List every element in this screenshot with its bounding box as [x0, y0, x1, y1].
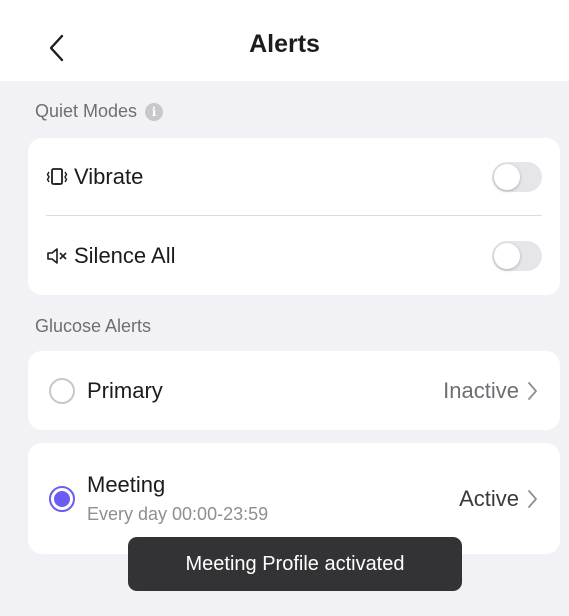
quiet-modes-label: Quiet Modes — [35, 101, 138, 121]
meeting-status[interactable]: Active — [459, 486, 538, 512]
toast-message: Meeting Profile activated — [185, 552, 405, 575]
page-title: Alerts — [249, 30, 320, 58]
primary-name: Primary — [87, 377, 163, 403]
glucose-alerts-label: Glucose Alerts — [35, 316, 152, 336]
meeting-radio[interactable] — [49, 485, 75, 512]
vibrate-icon — [46, 166, 68, 188]
vibrate-label: Vibrate — [74, 163, 144, 189]
meeting-schedule: Every day 00:00-23:59 — [87, 504, 269, 524]
toggle-knob — [494, 164, 520, 190]
toast-notification: Meeting Profile activated — [128, 537, 462, 591]
quiet-modes-card: Vibrate Silence All — [28, 138, 560, 295]
profile-card-primary[interactable]: Primary Inactive — [28, 351, 560, 430]
primary-status-label: Inactive — [443, 377, 519, 403]
meeting-name: Meeting — [87, 472, 166, 497]
vibrate-toggle[interactable] — [492, 162, 542, 192]
primary-status[interactable]: Inactive — [443, 378, 538, 404]
chevron-right-icon — [528, 381, 537, 400]
nav-header: Alerts — [0, 0, 569, 81]
primary-radio[interactable] — [49, 377, 75, 404]
quiet-modes-section-label: Quiet Modes i — [35, 101, 164, 122]
speaker-mute-icon — [46, 245, 68, 267]
profile-row-primary[interactable]: Primary Inactive — [28, 351, 560, 430]
toggle-knob — [494, 243, 520, 269]
radio-selected-dot — [54, 490, 70, 507]
info-icon[interactable]: i — [145, 102, 164, 121]
silence-all-label: Silence All — [74, 242, 176, 268]
silence-all-row: Silence All — [28, 216, 560, 295]
vibrate-row: Vibrate — [28, 138, 560, 215]
chevron-right-icon — [528, 489, 537, 508]
meeting-status-label: Active — [459, 485, 519, 511]
silence-all-toggle[interactable] — [492, 241, 542, 271]
glucose-alerts-section-label: Glucose Alerts — [35, 316, 151, 337]
meeting-text: Meeting Every day 00:00-23:59 — [87, 472, 268, 525]
